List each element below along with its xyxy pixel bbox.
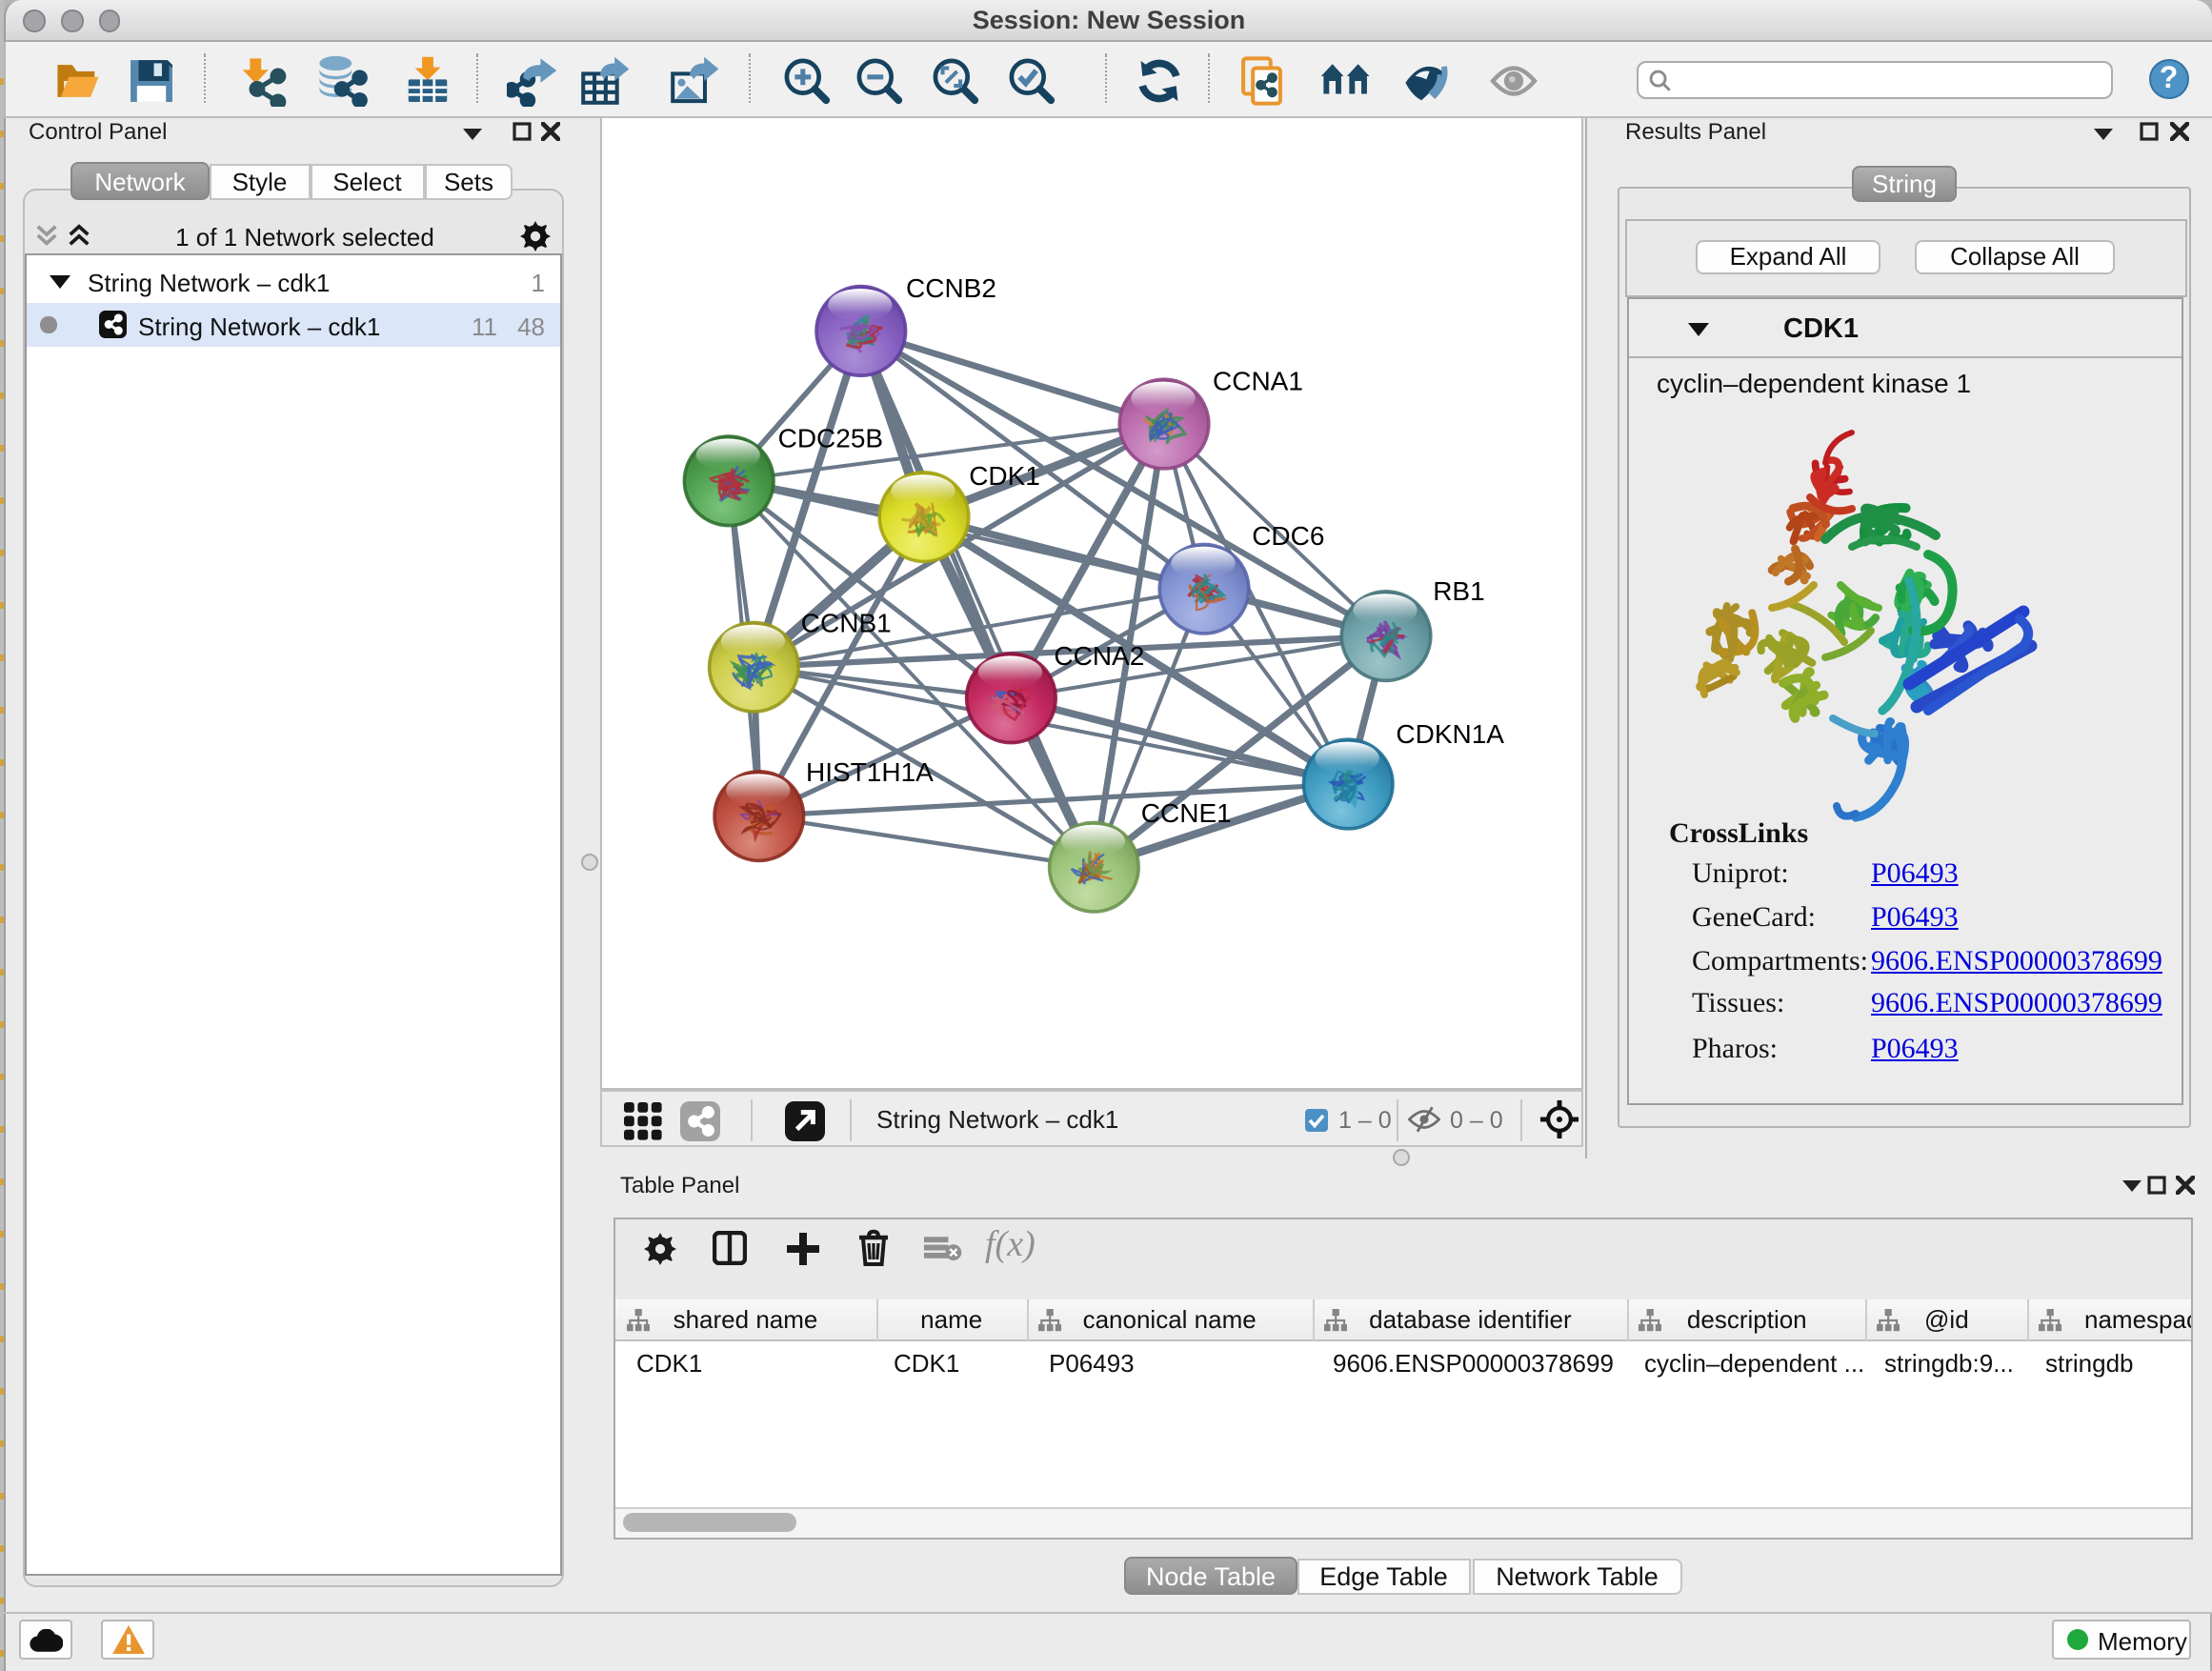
svg-text:CCNA1: CCNA1 <box>1212 366 1302 395</box>
svg-text:CDC6: CDC6 <box>1251 520 1323 550</box>
svg-text:CCNA2: CCNA2 <box>1053 640 1143 670</box>
svg-text:CDK1: CDK1 <box>968 460 1039 490</box>
svg-text:CCNB1: CCNB1 <box>800 608 891 637</box>
svg-text:CCNE1: CCNE1 <box>1140 797 1231 827</box>
svg-text:CCNB2: CCNB2 <box>905 272 995 302</box>
svg-text:CDKN1A: CDKN1A <box>1395 718 1503 748</box>
svg-text:CDC25B: CDC25B <box>777 422 882 452</box>
svg-text:RB1: RB1 <box>1432 575 1483 605</box>
svg-text:HIST1H1A: HIST1H1A <box>805 756 933 786</box>
